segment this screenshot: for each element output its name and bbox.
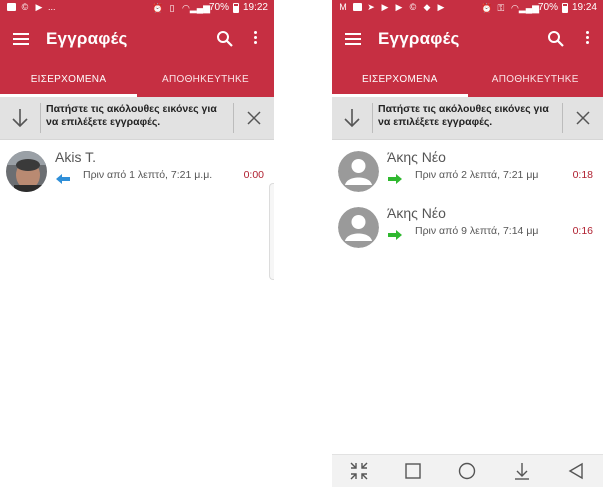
recording-item[interactable]: Άκης Νέο Πριν από 2 λεπτά, 7:21 μμ 0:18 [332,144,603,200]
contact-name: Άκης Νέο [387,205,446,221]
outgoing-call-arrow-icon [388,171,402,184]
send-icon: ➤ [367,2,375,12]
signal-icon: ▂▄▆ [518,2,540,13]
recording-duration: 0:18 [572,169,593,181]
tab-incoming[interactable]: ΕΙΣΕΡΧΟΜΕΝΑ [0,61,137,97]
home-icon[interactable] [452,458,482,484]
recording-time: Πριν από 1 λεπτό, 7:21 μ.μ. [83,169,213,181]
recording-time: Πριν από 9 λεπτά, 7:14 μμ [415,225,539,237]
app-bar: Εγγραφές [0,17,274,61]
divider [372,103,373,133]
recording-time: Πριν από 2 λεπτά, 7:21 μμ [415,169,539,181]
tab-incoming[interactable]: ΕΙΣΕΡΧΟΜΕΝΑ [332,61,468,97]
image-notification-icon [6,2,16,12]
media-notification-icon: ▶ [35,2,43,12]
outgoing-call-arrow-icon [388,227,402,240]
phone-screen-right: M ➤ ▶ ▶ © ◆ ▶ ⏰ ⚿ ◠ ▂▄▆ 70% 19:24 Εγγραφ… [332,0,603,487]
arrow-down-icon[interactable] [332,97,372,139]
default-contact-avatar-icon [338,151,379,192]
collapse-icon[interactable] [344,458,374,484]
selection-hint-banner: Πατήστε τις ακόλουθες εικόνες για να επι… [332,97,603,140]
close-icon[interactable] [234,97,274,139]
download-icon[interactable] [507,458,537,484]
battery-icon [232,2,239,13]
contact-name: Άκης Νέο [387,149,446,165]
overflow-notification-icon: ... [48,2,56,12]
back-icon[interactable] [561,458,591,484]
recording-duration: 0:16 [572,225,593,237]
recording-item[interactable]: Akis T. Πριν από 1 λεπτό, 7:21 μ.μ. 0:00 [0,144,274,200]
youtube-icon: ▶ [381,2,389,12]
tab-bar: ΕΙΣΕΡΧΟΜΕΝΑ ΑΠΟΘΗΚΕΥΤΗΚΕ [0,61,274,97]
gmail-icon: M [339,2,347,12]
battery-percent: 70% [208,2,229,13]
battery-icon [561,2,568,13]
battery-percent: 70% [537,2,558,13]
recording-duration: 0:00 [243,169,264,181]
contact-name: Akis T. [55,149,96,165]
more-vert-icon[interactable] [584,31,590,47]
recording-list: Άκης Νέο Πριν από 2 λεπτά, 7:21 μμ 0:18 … [332,140,603,256]
recording-item[interactable]: Άκης Νέο Πριν από 9 λεπτά, 7:14 μμ 0:16 [332,200,603,256]
tab-saved[interactable]: ΑΠΟΘΗΚΕΥΤΗΚΕ [137,61,274,97]
arrow-down-icon[interactable] [0,97,40,139]
phone-screen-left: © ▶ ... ⏰ ▯ ◠ ▂▄▆ 70% 19:22 Εγγραφές ΕΙΣ… [0,0,274,487]
menu-icon[interactable] [13,33,29,45]
system-navigation-bar [332,454,603,487]
vibrate-icon: ▯ [169,2,175,13]
status-bar: © ▶ ... ⏰ ▯ ◠ ▂▄▆ 70% 19:22 [0,0,274,17]
more-vert-icon[interactable] [252,31,258,47]
divider [40,103,41,133]
clock: 19:22 [242,2,268,13]
notification-icon: © [21,2,29,12]
recents-icon[interactable] [398,458,428,484]
recording-list: Akis T. Πριν από 1 λεπτό, 7:21 μ.μ. 0:00 [0,140,274,200]
hint-text: Πατήστε τις ακόλουθες εικόνες για να επι… [378,103,549,128]
key-icon: ⚿ [497,2,505,13]
incoming-call-arrow-icon [56,171,70,184]
menu-icon[interactable] [345,33,361,45]
app-title: Εγγραφές [46,29,128,48]
media-notification-icon: ▶ [437,2,445,12]
tab-saved[interactable]: ΑΠΟΘΗΚΕΥΤΗΚΕ [468,61,603,97]
alarm-icon: ⏰ [152,2,164,13]
search-icon[interactable] [547,30,565,48]
alarm-icon: ⏰ [481,2,493,13]
app-title: Εγγραφές [378,29,460,48]
contact-photo-avatar [6,151,47,192]
tab-bar: ΕΙΣΕΡΧΟΜΕΝΑ ΑΠΟΘΗΚΕΥΤΗΚΕ [332,61,603,97]
hint-text: Πατήστε τις ακόλουθες εικόνες για να επι… [46,103,217,128]
close-icon[interactable] [563,97,603,139]
status-bar: M ➤ ▶ ▶ © ◆ ▶ ⏰ ⚿ ◠ ▂▄▆ 70% 19:24 [332,0,603,17]
app-bar: Εγγραφές [332,17,603,61]
selection-hint-banner: Πατήστε τις ακόλουθες εικόνες για να επι… [0,97,274,140]
search-icon[interactable] [216,30,234,48]
clock: 19:24 [571,2,597,13]
notification-icon: © [409,2,417,12]
shield-icon: ◆ [423,2,431,12]
default-contact-avatar-icon [338,207,379,248]
youtube-icon: ▶ [395,2,403,12]
image-notification-icon [352,2,362,12]
scroll-handle[interactable] [269,183,274,280]
signal-icon: ▂▄▆ [189,2,211,13]
